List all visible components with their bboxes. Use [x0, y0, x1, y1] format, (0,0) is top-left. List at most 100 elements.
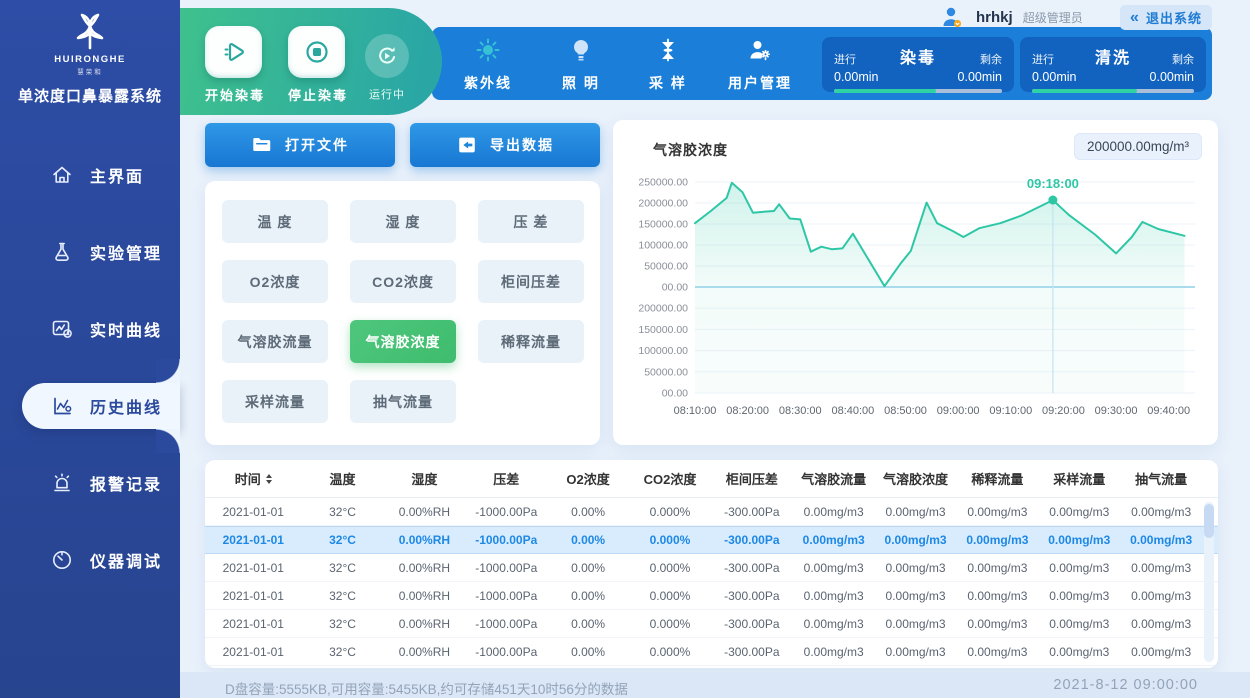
sidebar-item-alarm[interactable]: 报警记录 [0, 460, 180, 506]
table-cell: -1000.00Pa [465, 561, 547, 575]
svg-text:08:10:00: 08:10:00 [674, 405, 717, 417]
table-cell: 0.00mg/m3 [1038, 589, 1120, 603]
table-cell: 0.00% [547, 533, 629, 547]
table-cell: 0.00mg/m3 [793, 617, 875, 631]
brand-logo: HUIRONGHE 慧荣和 [0, 0, 180, 76]
export-data-button[interactable]: 导出数据 [410, 123, 600, 167]
aerosol-concentration-chart[interactable]: 250000.00200000.00150000.00100000.005000… [613, 120, 1218, 445]
sidebar-item-experiment[interactable]: 实验管理 [0, 229, 180, 275]
phase-progress-label: 进行 [1032, 51, 1054, 67]
table-row[interactable]: 2021-01-0132°C0.00%RH-1000.00Pa0.00%0.00… [205, 498, 1218, 526]
sidebar-item-debug[interactable]: 仪器调试 [0, 537, 180, 583]
table-row[interactable]: 2021-01-0132°C0.00%RH-1000.00Pa0.00%0.00… [205, 526, 1218, 554]
stop-exposure-label: 停止染毒 [288, 85, 346, 104]
start-exposure-button[interactable]: 开始染毒 [205, 26, 263, 104]
table-cell: 0.00mg/m3 [1038, 561, 1120, 575]
svg-text:00.00: 00.00 [662, 282, 688, 294]
table-cell: 0.00mg/m3 [793, 533, 875, 547]
history-curve-icon [50, 394, 74, 418]
table-row[interactable]: 2021-01-0132°C0.00%RH-1000.00Pa0.00%0.00… [205, 554, 1218, 582]
table-cell: 0.00mg/m3 [956, 617, 1038, 631]
param-button-10[interactable]: 采样流量 [222, 380, 328, 423]
table-cell: 0.00% [547, 617, 629, 631]
svg-text:09:40:00: 09:40:00 [1147, 405, 1190, 417]
table-header-5: O2浓度 [547, 469, 629, 488]
user-management-button[interactable]: 用户管理 [717, 37, 803, 93]
param-button-1[interactable]: 温 度 [222, 200, 328, 243]
table-cell: 0.000% [629, 617, 711, 631]
header-label: 时间 [235, 469, 261, 488]
phase-progress-label: 进行 [834, 51, 856, 67]
table-header-7: 柜间压差 [711, 469, 793, 488]
uv-button[interactable]: 紫外线 [445, 37, 531, 93]
running-status-label: 运行中 [365, 86, 409, 102]
param-button-2[interactable]: 湿 度 [350, 200, 456, 243]
table-cell: 32°C [302, 533, 384, 547]
open-file-button[interactable]: 打开文件 [205, 123, 395, 167]
table-cell: 0.00mg/m3 [956, 561, 1038, 575]
table-header-1[interactable]: 时间 [205, 469, 302, 488]
table-cell: 0.00mg/m3 [793, 589, 875, 603]
table-cell: 0.00%RH [383, 505, 465, 519]
sidebar-item-label: 报警记录 [90, 471, 162, 495]
user-gear-icon [747, 37, 773, 63]
top-toolbar: 紫外线 照 明 采 样 用户管理 进行染毒剩余0.00min0.00min进行清… [432, 27, 1212, 100]
sidebar-item-realtime[interactable]: 实时曲线 [0, 306, 180, 352]
sun-icon [475, 37, 501, 63]
table-cell: -300.00Pa [711, 617, 793, 631]
param-button-9[interactable]: 稀释流量 [478, 320, 584, 363]
table-scrollbar-thumb[interactable] [1204, 504, 1214, 538]
table-cell: 0.00mg/m3 [793, 645, 875, 659]
system-title: 单浓度口鼻暴露系统 [0, 85, 180, 106]
sidebar-item-history[interactable]: 历史曲线 [22, 383, 180, 429]
phase-remaining-value: 0.00min [958, 70, 1002, 84]
phase-name: 染毒 [900, 44, 936, 68]
sidebar-item-main[interactable]: 主界面 [0, 152, 180, 198]
phase-remaining-label: 剩余 [980, 51, 1002, 67]
sort-icon[interactable] [266, 474, 272, 484]
svg-text:08:50:00: 08:50:00 [884, 405, 927, 417]
svg-text:08:20:00: 08:20:00 [726, 405, 769, 417]
svg-text:150000.00: 150000.00 [638, 219, 688, 231]
table-cell: 2021-01-01 [205, 617, 302, 631]
svg-text:150000.00: 150000.00 [638, 324, 688, 336]
table-row[interactable]: 2021-01-0132°C0.00%RH-1000.00Pa0.00%0.00… [205, 582, 1218, 610]
header-label: 气溶胶浓度 [883, 472, 948, 487]
flask-icon [50, 240, 74, 264]
table-cell: 2021-01-01 [205, 561, 302, 575]
param-button-7[interactable]: 气溶胶流量 [222, 320, 328, 363]
table-cell: 0.00mg/m3 [875, 617, 957, 631]
table-cell: 32°C [302, 589, 384, 603]
header-label: 压差 [493, 472, 519, 487]
table-cell: 0.00mg/m3 [1120, 561, 1202, 575]
table-row[interactable]: 2021-01-0132°C0.00%RH-1000.00Pa0.00%0.00… [205, 638, 1218, 666]
table-cell: -1000.00Pa [465, 533, 547, 547]
running-status: 运行中 [365, 34, 409, 102]
realtime-curve-icon [50, 317, 74, 341]
param-button-6[interactable]: 柜间压差 [478, 260, 584, 303]
sidebar: HUIRONGHE 慧荣和 单浓度口鼻暴露系统 主界面实验管理实时曲线历史曲线报… [0, 0, 180, 698]
user-role: 超级管理员 [1023, 9, 1083, 26]
table-row[interactable]: 2021-01-0132°C0.00%RH-1000.00Pa0.00%0.00… [205, 610, 1218, 638]
table-cell: 0.00mg/m3 [1120, 589, 1202, 603]
stop-exposure-button[interactable]: 停止染毒 [288, 26, 346, 104]
logout-button[interactable]: « 退出系统 [1120, 5, 1212, 30]
table-cell: 0.000% [629, 589, 711, 603]
header-label: 湿度 [411, 472, 437, 487]
phase-remaining-value: 0.00min [1150, 70, 1194, 84]
sampling-button[interactable]: 采 样 [625, 37, 711, 93]
table-cell: 0.00mg/m3 [875, 533, 957, 547]
table-cell: 0.00%RH [383, 645, 465, 659]
table-body: 2021-01-0132°C0.00%RH-1000.00Pa0.00%0.00… [205, 498, 1218, 666]
bulb-icon [568, 37, 594, 63]
sampling-label: 采 样 [649, 73, 687, 93]
param-button-4[interactable]: O2浓度 [222, 260, 328, 303]
table-cell: 0.00mg/m3 [956, 645, 1038, 659]
param-button-8[interactable]: 气溶胶浓度 [350, 320, 456, 363]
param-button-5[interactable]: CO2浓度 [350, 260, 456, 303]
history-chart-card: 气溶胶浓度 200000.00mg/m³ 250000.00200000.001… [613, 120, 1218, 445]
param-button-11[interactable]: 抽气流量 [350, 380, 456, 423]
param-button-3[interactable]: 压 差 [478, 200, 584, 243]
lighting-button[interactable]: 照 明 [538, 37, 624, 93]
table-cell: 0.00mg/m3 [1038, 617, 1120, 631]
